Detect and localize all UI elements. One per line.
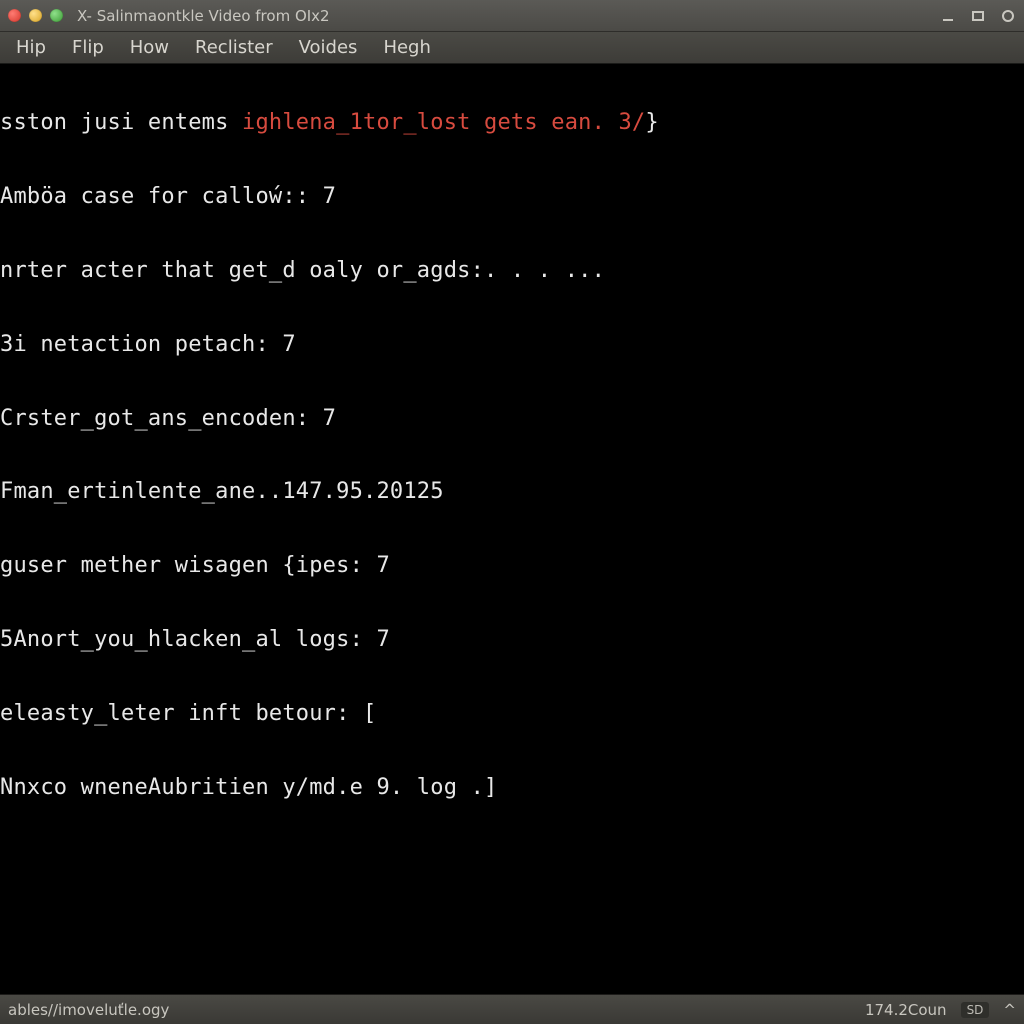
status-path: ables//imoveluťle.ogy — [8, 1001, 169, 1019]
terminal-line: Amböa case for calloẃ:: 7 — [0, 179, 1022, 216]
terminal-line: nrter acter that get_d oaly or_agds:. . … — [0, 253, 1022, 290]
terminal-line: 5Anort_you_hlacken_al logs: 7 — [0, 622, 1022, 659]
menubar: Hip Flip How Reclister Voides Hegh — [0, 32, 1024, 64]
window-controls-right — [940, 8, 1016, 24]
maximize-window-button[interactable] — [50, 9, 63, 22]
status-caret-icon: ^ — [1003, 1001, 1016, 1019]
status-chip: SD — [961, 1002, 990, 1018]
terminal-line: guser mether wisagen {ipes: 7 — [0, 548, 1022, 585]
terminal-line: Nnxco wneneAubritien y/md.e 9. log .] — [0, 770, 1022, 807]
menu-hip[interactable]: Hip — [4, 33, 58, 62]
restore-icon[interactable] — [970, 8, 986, 24]
statusbar: ables//imoveluťle.ogy 174.2Coun SD ^ — [0, 994, 1024, 1024]
highlighted-text: ighlena_1tor_lost gets ean. 3/ — [242, 110, 645, 135]
minimize-window-button[interactable] — [29, 9, 42, 22]
terminal-line: Crster_got_ans_encoden: 7 — [0, 401, 1022, 438]
menu-reclister[interactable]: Reclister — [183, 33, 285, 62]
menu-flip[interactable]: Flip — [60, 33, 116, 62]
minimize-icon[interactable] — [940, 8, 956, 24]
window-traffic-lights — [8, 9, 63, 22]
menu-voides[interactable]: Voides — [287, 33, 370, 62]
titlebar: X- Salinmaontkle Video from OIx2 — [0, 0, 1024, 32]
close-window-button[interactable] — [8, 9, 21, 22]
window-title: X- Salinmaontkle Video from OIx2 — [77, 7, 330, 25]
menu-how[interactable]: How — [118, 33, 181, 62]
terminal-line: 3i netaction petach: 7 — [0, 327, 1022, 364]
menu-hegh[interactable]: Hegh — [371, 33, 442, 62]
terminal-line: eleasty_leter inft betour: [ — [0, 696, 1022, 733]
status-counter: 174.2Coun — [865, 1001, 947, 1019]
expand-icon[interactable] — [1000, 8, 1016, 24]
terminal-line: Fman_ertinlente_ane..147.95.20125 — [0, 474, 1022, 511]
terminal-line: sston jusi entems ighlena_1tor_lost gets… — [0, 105, 1022, 142]
terminal-output[interactable]: sston jusi entems ighlena_1tor_lost gets… — [0, 64, 1024, 994]
status-right-group: 174.2Coun SD ^ — [865, 1001, 1016, 1019]
